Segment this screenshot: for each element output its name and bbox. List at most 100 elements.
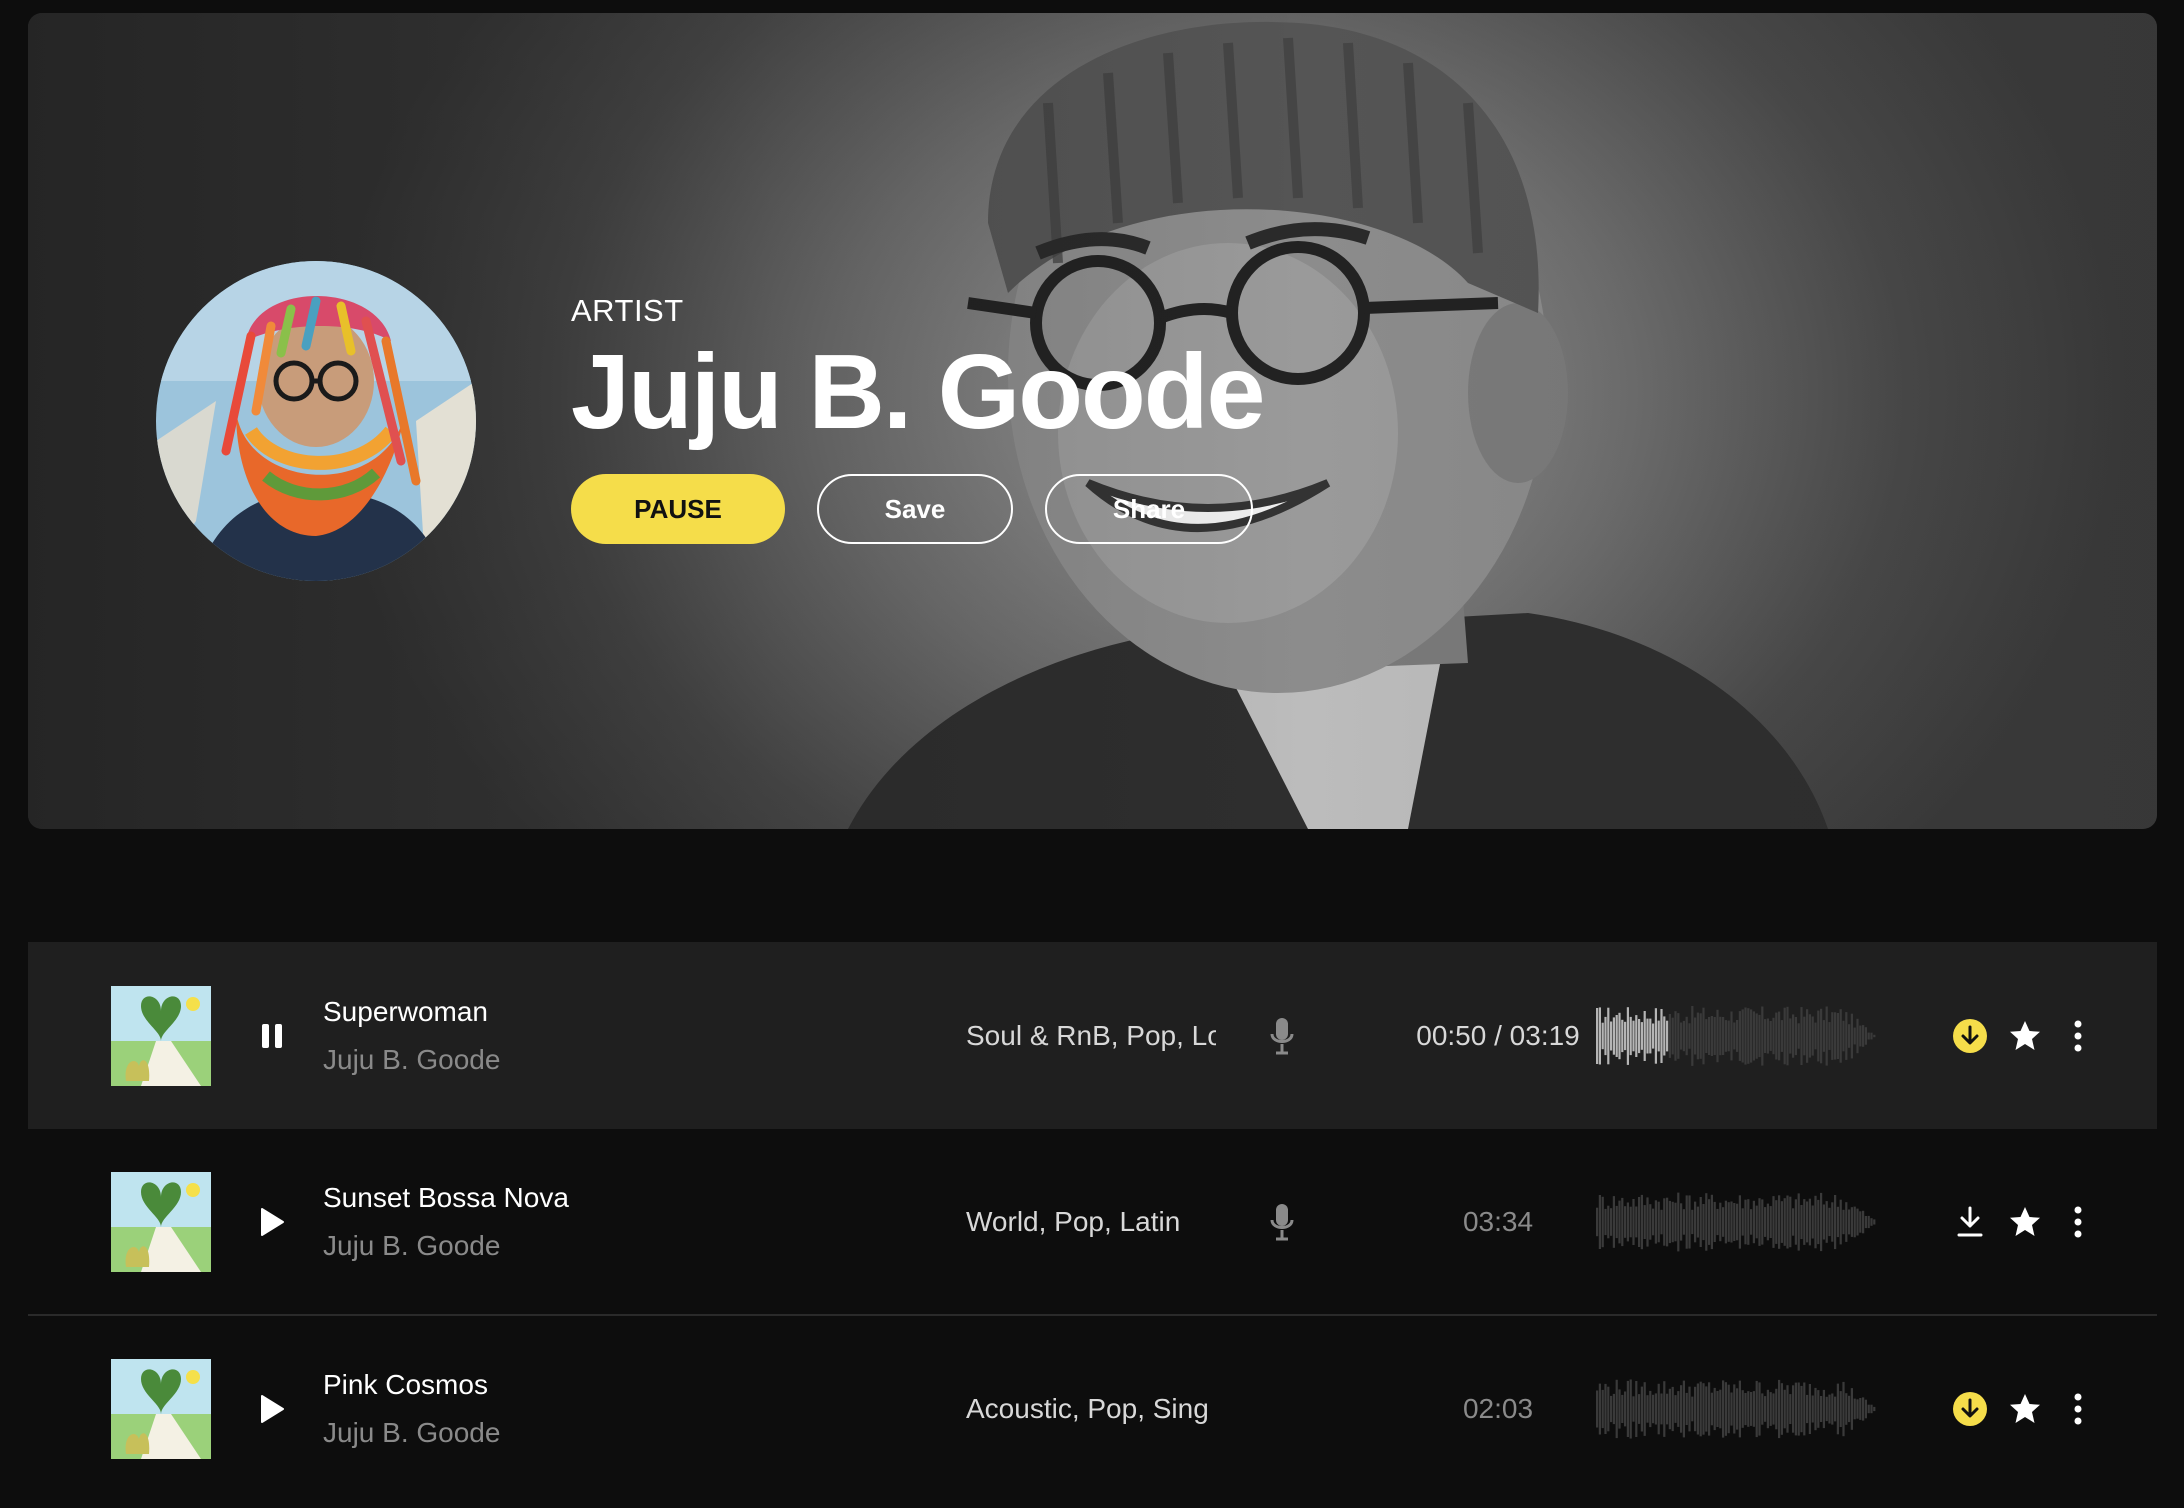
- waveform-bar: [1596, 1390, 1599, 1427]
- track-title[interactable]: Sunset Bossa Nova: [323, 1182, 569, 1214]
- waveform-bar: [1649, 1203, 1652, 1240]
- waveform-bar: [1724, 1019, 1727, 1052]
- waveform-bar: [1640, 1021, 1643, 1050]
- waveform-bar: [1612, 1016, 1615, 1055]
- waveform-bar: [1660, 1393, 1663, 1424]
- waveform-bar: [1814, 1195, 1817, 1248]
- waveform-bar: [1618, 1388, 1621, 1429]
- waveform-bar: [1722, 1016, 1725, 1055]
- waveform-bar: [1752, 1200, 1755, 1243]
- waveform-bar: [1713, 1016, 1716, 1055]
- more-options-icon[interactable]: [2068, 1204, 2088, 1240]
- track-genres: Soul & RnB, Pop, Lo: [966, 1019, 1216, 1051]
- waveform-bar: [1629, 1016, 1632, 1055]
- waveform-bar: [1646, 1018, 1649, 1053]
- waveform-bar: [1814, 1022, 1817, 1049]
- pause-track-button[interactable]: [252, 1016, 292, 1056]
- waveform-bar: [1797, 1192, 1800, 1251]
- waveform-bar: [1864, 1026, 1867, 1045]
- waveform-bar: [1836, 1012, 1839, 1059]
- waveform-bar: [1638, 1393, 1641, 1424]
- waveform-bar: [1780, 1019, 1783, 1052]
- waveform-bar: [1601, 1196, 1604, 1247]
- waveform-bar: [1867, 1404, 1870, 1413]
- play-track-button[interactable]: [252, 1202, 292, 1242]
- waveform-bar: [1761, 1006, 1764, 1066]
- waveform-bar: [1775, 1012, 1778, 1059]
- waveform-bar: [1778, 1194, 1781, 1249]
- waveform-bar: [1713, 1387, 1716, 1430]
- track-waveform[interactable]: [1596, 1187, 1896, 1257]
- waveform-bar: [1747, 1390, 1750, 1427]
- track-title[interactable]: Pink Cosmos: [323, 1369, 500, 1401]
- waveform-bar: [1794, 1016, 1797, 1055]
- more-options-icon[interactable]: [2068, 1391, 2088, 1427]
- waveform-bar: [1638, 1018, 1641, 1053]
- track-cover-art[interactable]: [111, 985, 211, 1086]
- waveform-bar: [1828, 1394, 1831, 1423]
- waveform-bar: [1794, 1382, 1797, 1435]
- waveform-bar: [1649, 1390, 1652, 1427]
- waveform-bar: [1856, 1208, 1859, 1235]
- track-duration: 03:34: [1462, 1205, 1534, 1237]
- waveform-bar: [1848, 1395, 1851, 1422]
- track-artist[interactable]: Juju B. Goode: [323, 1230, 569, 1262]
- play-track-button[interactable]: [252, 1389, 292, 1429]
- track-time-separator: /: [1486, 1019, 1510, 1051]
- waveform-bar: [1666, 1393, 1669, 1424]
- waveform-bar: [1702, 1203, 1705, 1240]
- waveform-bar: [1764, 1018, 1767, 1053]
- artist-actions: PAUSE Save Share: [571, 474, 1263, 545]
- downloaded-icon[interactable]: [1952, 1018, 1988, 1054]
- waveform-bar: [1722, 1206, 1725, 1237]
- share-button[interactable]: Share: [1045, 474, 1253, 545]
- waveform-bar: [1705, 1018, 1708, 1053]
- waveform-bar: [1719, 1389, 1722, 1428]
- favorite-star-icon[interactable]: [2008, 1392, 2042, 1426]
- waveform-bar: [1806, 1008, 1809, 1063]
- downloaded-icon[interactable]: [1952, 1391, 1988, 1427]
- more-options-icon[interactable]: [2068, 1018, 2088, 1054]
- waveform-bar: [1688, 1194, 1691, 1248]
- waveform-bar: [1817, 1199, 1820, 1244]
- waveform-bar: [1859, 1397, 1862, 1420]
- waveform-bar: [1755, 1205, 1758, 1238]
- waveform-bar: [1610, 1395, 1613, 1422]
- favorite-star-icon[interactable]: [2008, 1019, 2042, 1053]
- waveform-bar: [1691, 1396, 1694, 1421]
- track-row[interactable]: Sunset Bossa Nova Juju B. Goode World, P…: [28, 1129, 2157, 1316]
- favorite-star-icon[interactable]: [2008, 1205, 2042, 1239]
- pause-button[interactable]: PAUSE: [571, 474, 785, 545]
- waveform-bar: [1752, 1390, 1755, 1427]
- waveform-bar: [1702, 1382, 1705, 1435]
- track-current-time: 00:50: [1416, 1019, 1487, 1051]
- waveform-bar: [1716, 1390, 1719, 1427]
- track-cover-art[interactable]: [111, 1171, 211, 1272]
- waveform-bar: [1825, 1396, 1828, 1421]
- track-row[interactable]: Pink Cosmos Juju B. Goode Acoustic, Pop,…: [28, 1316, 2157, 1501]
- waveform-bar: [1696, 1383, 1699, 1434]
- waveform-bar: [1744, 1199, 1747, 1244]
- track-waveform[interactable]: [1596, 1001, 1896, 1071]
- waveform-bar: [1694, 1017, 1697, 1054]
- track-artist[interactable]: Juju B. Goode: [323, 1044, 500, 1076]
- track-row[interactable]: Superwoman Juju B. Goode Soul & RnB, Pop…: [28, 942, 2157, 1129]
- waveform-bar: [1853, 1398, 1856, 1419]
- waveform-bar: [1680, 1202, 1683, 1241]
- download-icon[interactable]: [1952, 1204, 1988, 1240]
- waveform-bar: [1842, 1209, 1845, 1234]
- track-artist[interactable]: Juju B. Goode: [323, 1417, 500, 1449]
- track-title[interactable]: Superwoman: [323, 996, 500, 1028]
- waveform-bar: [1859, 1210, 1862, 1233]
- track-waveform[interactable]: [1596, 1374, 1896, 1444]
- waveform-bar: [1822, 1019, 1825, 1052]
- waveform-bar: [1708, 1381, 1711, 1436]
- waveform-bar: [1682, 1208, 1685, 1235]
- track-cover-art[interactable]: [111, 1358, 211, 1459]
- waveform-bar: [1755, 1012, 1758, 1059]
- waveform-bar: [1724, 1381, 1727, 1436]
- waveform-bar: [1660, 1008, 1663, 1063]
- waveform-bar: [1680, 1384, 1683, 1433]
- waveform-bar: [1598, 1194, 1601, 1249]
- save-button[interactable]: Save: [817, 474, 1013, 545]
